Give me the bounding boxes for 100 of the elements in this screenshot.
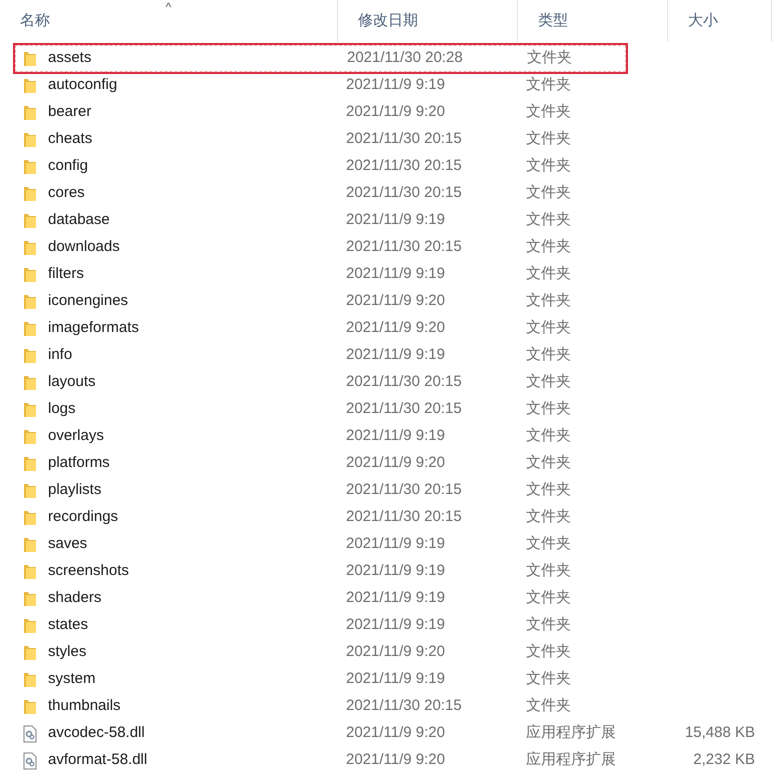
file-row[interactable]: cores 2021/11/30 20:15 文件夹 bbox=[0, 180, 772, 207]
file-name[interactable]: avcodec-58.dll bbox=[48, 722, 145, 745]
file-type: 文件夹 bbox=[526, 697, 571, 714]
folder-icon bbox=[23, 536, 37, 552]
modified-date: 2021/11/30 20:15 bbox=[346, 400, 462, 418]
folder-icon bbox=[23, 590, 37, 606]
file-row[interactable]: avcodec-58.dll 2021/11/9 9:20 应用程序扩展 15,488 KB bbox=[0, 720, 772, 747]
file-type: 文件夹 bbox=[526, 643, 571, 660]
folder-icon bbox=[23, 374, 37, 390]
modified-date: 2021/11/30 20:15 bbox=[346, 481, 462, 498]
file-name[interactable]: logs bbox=[48, 398, 76, 421]
modified-date: 2021/11/9 9:19 bbox=[346, 562, 445, 580]
file-type: 文件夹 bbox=[526, 238, 571, 256]
file-row[interactable]: playlists 2021/11/30 20:15 文件夹 bbox=[0, 477, 772, 504]
file-name[interactable]: thumbnails bbox=[48, 695, 121, 718]
folder-icon bbox=[23, 212, 37, 228]
file-name[interactable]: imageformats bbox=[48, 317, 139, 340]
file-size: 2,232 KB bbox=[693, 750, 755, 770]
file-type: 文件夹 bbox=[526, 76, 571, 94]
file-type: 文件夹 bbox=[526, 184, 571, 202]
file-name[interactable]: layouts bbox=[48, 371, 96, 394]
gear-file-icon bbox=[23, 752, 37, 770]
file-type: 文件夹 bbox=[526, 508, 571, 526]
file-row[interactable]: assets 2021/11/30 20:28 文件夹 bbox=[15, 45, 626, 72]
file-row[interactable]: downloads 2021/11/30 20:15 文件夹 bbox=[0, 234, 772, 261]
modified-date: 2021/11/9 9:19 bbox=[346, 265, 445, 282]
file-row[interactable]: styles 2021/11/9 9:20 文件夹 bbox=[0, 639, 772, 666]
file-row[interactable]: filters 2021/11/9 9:19 文件夹 bbox=[0, 261, 772, 288]
file-row[interactable]: states 2021/11/9 9:19 文件夹 bbox=[0, 612, 772, 639]
folder-icon bbox=[23, 510, 37, 526]
file-name[interactable]: config bbox=[48, 155, 88, 178]
file-row[interactable]: recordings 2021/11/30 20:15 文件夹 bbox=[0, 504, 772, 531]
file-name[interactable]: system bbox=[48, 668, 96, 691]
file-name[interactable]: filters bbox=[48, 263, 84, 286]
column-header[interactable]: 大小 bbox=[668, 0, 772, 42]
modified-date: 2021/11/9 9:19 bbox=[346, 76, 445, 94]
file-type: 文件夹 bbox=[526, 400, 571, 418]
folder-icon bbox=[23, 158, 37, 174]
file-row[interactable]: logs 2021/11/30 20:15 文件夹 bbox=[0, 396, 772, 423]
modified-date: 2021/11/9 9:20 bbox=[346, 643, 445, 660]
file-name[interactable]: autoconfig bbox=[48, 74, 118, 97]
file-name[interactable]: screenshots bbox=[48, 560, 129, 583]
file-row[interactable]: avformat-58.dll 2021/11/9 9:20 应用程序扩展 2,232 KB bbox=[0, 747, 772, 774]
file-row[interactable]: info 2021/11/9 9:19 文件夹 bbox=[0, 342, 772, 369]
file-row[interactable]: database 2021/11/9 9:19 文件夹 bbox=[0, 207, 772, 234]
file-size: 15,488 KB bbox=[684, 723, 755, 744]
column-header[interactable]: 修改日期 bbox=[338, 0, 518, 42]
file-name[interactable]: bearer bbox=[48, 101, 92, 124]
file-row[interactable]: thumbnails 2021/11/30 20:15 文件夹 bbox=[0, 693, 772, 720]
file-row[interactable]: screenshots 2021/11/9 9:19 文件夹 bbox=[0, 558, 772, 585]
modified-date: 2021/11/30 20:15 bbox=[346, 130, 462, 148]
file-name[interactable]: styles bbox=[48, 641, 86, 664]
file-name[interactable]: iconengines bbox=[48, 290, 128, 313]
file-row[interactable]: platforms 2021/11/9 9:20 文件夹 bbox=[0, 450, 772, 477]
file-name[interactable]: avformat-58.dll bbox=[48, 749, 148, 772]
file-name[interactable]: assets bbox=[48, 47, 92, 70]
file-name[interactable]: recordings bbox=[48, 506, 118, 529]
file-type: 文件夹 bbox=[526, 130, 571, 148]
modified-date: 2021/11/9 9:19 bbox=[346, 589, 445, 606]
file-type: 文件夹 bbox=[526, 535, 571, 552]
file-row[interactable]: layouts 2021/11/30 20:15 文件夹 bbox=[0, 369, 772, 396]
file-row[interactable]: imageformats 2021/11/9 9:20 文件夹 bbox=[0, 315, 772, 342]
file-row[interactable]: iconengines 2021/11/9 9:20 文件夹 bbox=[0, 288, 772, 315]
file-row[interactable]: cheats 2021/11/30 20:15 文件夹 bbox=[0, 126, 772, 153]
file-type: 文件夹 bbox=[527, 49, 572, 66]
folder-icon bbox=[23, 672, 37, 688]
file-name[interactable]: downloads bbox=[48, 236, 120, 259]
file-row[interactable]: system 2021/11/9 9:19 文件夹 bbox=[0, 666, 772, 693]
file-name[interactable]: shaders bbox=[48, 587, 102, 610]
modified-date: 2021/11/9 9:20 bbox=[346, 724, 445, 742]
sort-indicator: ^ bbox=[166, 0, 172, 16]
folder-icon bbox=[23, 428, 37, 444]
file-type: 文件夹 bbox=[526, 103, 571, 120]
file-name[interactable]: platforms bbox=[48, 452, 110, 475]
file-name[interactable]: cores bbox=[48, 182, 85, 205]
file-row[interactable]: shaders 2021/11/9 9:19 文件夹 bbox=[0, 585, 772, 612]
modified-date: 2021/11/30 20:15 bbox=[346, 184, 462, 202]
folder-icon bbox=[23, 644, 37, 660]
file-name[interactable]: saves bbox=[48, 533, 88, 556]
file-type: 文件夹 bbox=[526, 373, 571, 390]
file-name[interactable]: playlists bbox=[48, 479, 102, 502]
column-header[interactable]: 名称 ^ bbox=[0, 0, 338, 42]
file-type: 文件夹 bbox=[526, 589, 571, 606]
file-row[interactable]: config 2021/11/30 20:15 文件夹 bbox=[0, 153, 772, 180]
folder-icon bbox=[23, 482, 37, 498]
modified-date: 2021/11/9 9:19 bbox=[346, 535, 445, 552]
folder-icon bbox=[23, 320, 37, 336]
file-name[interactable]: states bbox=[48, 614, 88, 637]
column-header[interactable]: 类型 bbox=[518, 0, 668, 42]
file-name[interactable]: database bbox=[48, 209, 110, 232]
file-row[interactable]: autoconfig 2021/11/9 9:19 文件夹 bbox=[0, 72, 772, 99]
modified-date: 2021/11/9 9:20 bbox=[346, 319, 445, 336]
file-name[interactable]: overlays bbox=[48, 425, 104, 448]
file-name[interactable]: info bbox=[48, 344, 72, 367]
file-name[interactable]: cheats bbox=[48, 128, 92, 151]
gear-file-icon bbox=[23, 724, 37, 742]
file-row[interactable]: overlays 2021/11/9 9:19 文件夹 bbox=[0, 423, 772, 450]
file-row[interactable]: saves 2021/11/9 9:19 文件夹 bbox=[0, 531, 772, 558]
file-row[interactable]: bearer 2021/11/9 9:20 文件夹 bbox=[0, 99, 772, 126]
modified-date: 2021/11/9 9:20 bbox=[346, 454, 445, 472]
